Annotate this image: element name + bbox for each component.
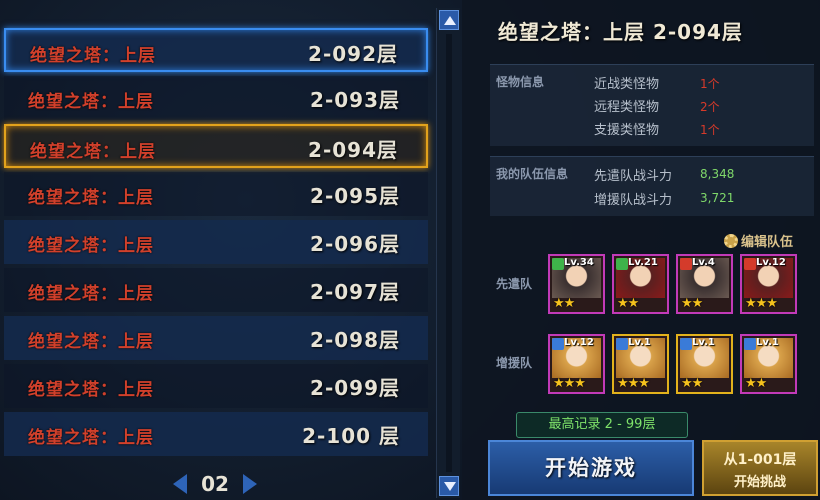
hero-level: Lv.21 <box>628 257 658 268</box>
hero-stars: ★★★ <box>745 296 778 311</box>
scroll-track[interactable] <box>446 34 452 472</box>
scroll-up-button[interactable] <box>439 10 459 30</box>
hero-stars: ★★ <box>681 376 703 391</box>
floor-row[interactable]: 绝望之塔：上层 2-093层 <box>4 76 428 120</box>
edit-team-button[interactable]: 编辑队伍 <box>724 231 793 250</box>
floor-row-name: 绝望之塔：上层 <box>30 46 156 66</box>
floor-row-selected[interactable]: 绝望之塔：上层 2-094层 <box>4 124 428 168</box>
challenge-line1: 从1-001层 <box>723 452 797 468</box>
monster-type: 远程类怪物 <box>594 100 660 115</box>
support-class-icon <box>616 258 628 270</box>
prev-page-arrow-icon[interactable] <box>173 474 188 494</box>
hero-level: Lv.34 <box>564 257 594 268</box>
hero-stars: ★★★ <box>553 376 586 391</box>
scroll-down-button[interactable] <box>439 476 459 496</box>
floor-row-number: 2-092层 <box>308 42 398 66</box>
floor-row-number: 2-094层 <box>308 138 398 162</box>
start-game-button[interactable]: 开始游戏 <box>488 440 694 496</box>
reinforce-hero-slot[interactable]: Lv.1 ★★★ <box>612 334 669 394</box>
reinforce-label: 增援队 <box>496 356 533 370</box>
list-scrollbar[interactable] <box>436 8 460 498</box>
floor-row-number: 2-100 层 <box>302 424 400 448</box>
tower-screen: 绝望之塔：上层 2-092层 绝望之塔：上层 2-093层 绝望之塔：上层 2-… <box>0 0 820 500</box>
floor-row-name: 绝望之塔：上层 <box>28 188 154 208</box>
monster-type: 近战类怪物 <box>594 77 660 92</box>
tower-floor-list: 绝望之塔：上层 2-092层 绝望之塔：上层 2-093层 绝望之塔：上层 2-… <box>0 0 434 466</box>
floor-row-name: 绝望之塔：上层 <box>28 428 154 448</box>
floor-row[interactable]: 绝望之塔：上层 2-095层 <box>4 172 428 216</box>
monster-count: 2个 <box>700 100 720 114</box>
floor-row[interactable]: 绝望之塔：上层 2-096层 <box>4 220 428 264</box>
monster-info-box: 怪物信息 近战类怪物 1个 远程类怪物 2个 支援类怪物 1个 <box>490 64 814 146</box>
floor-row[interactable]: 绝望之塔：上层 2-100 层 <box>4 412 428 456</box>
melee-class-icon <box>744 258 756 270</box>
hero-level: Lv.4 <box>692 257 715 268</box>
hero-stars: ★★ <box>681 296 703 311</box>
ranged-class-icon <box>744 338 756 350</box>
floor-row-name: 绝望之塔：上层 <box>28 236 154 256</box>
team-info-label: 我的队伍信息 <box>496 167 569 181</box>
team-power-label: 先遣队战斗力 <box>594 169 673 184</box>
team-power-label: 增援队战斗力 <box>594 193 673 208</box>
floor-row-number: 2-097层 <box>310 280 400 304</box>
edit-team-label: 编辑队伍 <box>741 235 794 250</box>
floor-row-name: 绝望之塔：上层 <box>28 284 154 304</box>
challenge-line2: 开始挑战 <box>733 475 786 490</box>
hero-level: Lv.1 <box>692 337 715 348</box>
reinforce-hero-slot[interactable]: Lv.1 ★★ <box>676 334 733 394</box>
floor-row-name: 绝望之塔：上层 <box>30 142 156 162</box>
team-power-value: 3,721 <box>700 191 735 205</box>
support-class-icon <box>552 258 564 270</box>
floor-row-name: 绝望之塔：上层 <box>28 332 154 352</box>
hero-level: Lv.12 <box>564 337 594 348</box>
floor-row-name: 绝望之塔：上层 <box>28 380 154 400</box>
best-record-label: 最高记录 2 - 99层 <box>516 412 688 438</box>
team-power-value: 8,348 <box>700 167 735 181</box>
vanguard-label: 先遣队 <box>496 277 533 291</box>
vanguard-hero-slot[interactable]: Lv.4 ★★ <box>676 254 733 314</box>
hero-level: Lv.12 <box>756 257 786 268</box>
floor-row[interactable]: 绝望之塔：上层 2-097层 <box>4 268 428 312</box>
page-number: 02 <box>201 472 229 496</box>
floor-row-number: 2-095层 <box>310 184 400 208</box>
hero-stars: ★★ <box>617 296 639 311</box>
floor-detail-title: 绝望之塔：上层 2-094层 <box>498 20 743 44</box>
monster-type: 支援类怪物 <box>594 123 660 138</box>
floor-row[interactable]: 绝望之塔：上层 2-099层 <box>4 364 428 408</box>
next-page-arrow-icon[interactable] <box>242 474 257 494</box>
reinforce-hero-slot[interactable]: Lv.12 ★★★ <box>548 334 605 394</box>
monster-info-label: 怪物信息 <box>496 75 545 89</box>
floor-row-number: 2-099层 <box>310 376 400 400</box>
hero-stars: ★★ <box>553 296 575 311</box>
ranged-class-icon <box>616 338 628 350</box>
floor-row[interactable]: 绝望之塔：上层 2-098层 <box>4 316 428 360</box>
hero-level: Lv.1 <box>756 337 779 348</box>
gear-icon <box>724 233 738 248</box>
vanguard-hero-slot[interactable]: Lv.21 ★★ <box>612 254 669 314</box>
monster-count: 1个 <box>700 123 720 137</box>
vanguard-hero-slot[interactable]: Lv.12 ★★★ <box>740 254 797 314</box>
ranged-class-icon <box>552 338 564 350</box>
reinforce-hero-slot[interactable]: Lv.1 ★★ <box>740 334 797 394</box>
ranged-class-icon <box>680 338 692 350</box>
team-info-box: 我的队伍信息 先遣队战斗力 8,348 增援队战斗力 3,721 <box>490 156 814 216</box>
floor-detail-panel: 绝望之塔：上层 2-094层 怪物信息 近战类怪物 1个 远程类怪物 2个 支援… <box>462 0 820 500</box>
hero-stars: ★★★ <box>617 376 650 391</box>
challenge-from-start-button[interactable]: 从1-001层 开始挑战 <box>702 440 818 496</box>
page-pager: 02 <box>160 468 270 500</box>
floor-row-number: 2-093层 <box>310 88 400 112</box>
floor-row-number: 2-098层 <box>310 328 400 352</box>
floor-row[interactable]: 绝望之塔：上层 2-092层 <box>4 28 428 72</box>
vanguard-hero-slot[interactable]: Lv.34 ★★ <box>548 254 605 314</box>
monster-count: 1个 <box>700 77 720 91</box>
hero-level: Lv.1 <box>628 337 651 348</box>
hero-stars: ★★ <box>745 376 767 391</box>
floor-row-number: 2-096层 <box>310 232 400 256</box>
floor-row-name: 绝望之塔：上层 <box>28 92 154 112</box>
melee-class-icon <box>680 258 692 270</box>
